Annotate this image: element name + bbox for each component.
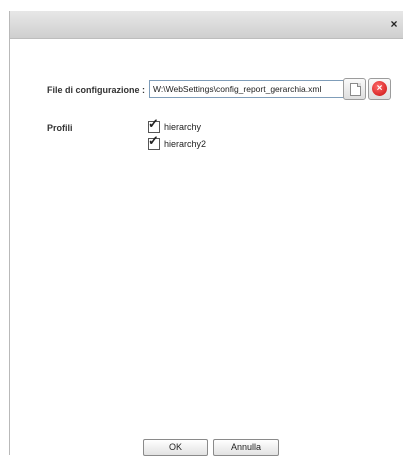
remove-file-button[interactable]: × xyxy=(368,78,391,100)
config-file-path-field[interactable]: W:\WebSettings\config_report_gerarchia.x… xyxy=(149,80,345,98)
profiles-label: Profili xyxy=(47,123,73,133)
config-file-label: File di configurazione : xyxy=(47,85,146,95)
new-file-button[interactable] xyxy=(343,78,366,100)
profile-item-hierarchy[interactable]: ✓ hierarchy xyxy=(148,117,202,133)
cancel-button[interactable]: Annulla xyxy=(213,439,279,456)
check-icon: ✓ xyxy=(148,116,159,131)
dialog-titlebar: × xyxy=(10,11,403,39)
close-icon[interactable]: × xyxy=(387,17,401,31)
new-document-icon xyxy=(350,83,361,96)
profile-item-hierarchy2[interactable]: ✓ hierarchy2 xyxy=(148,134,207,150)
check-icon: ✓ xyxy=(148,133,159,148)
profile-label: hierarchy2 xyxy=(164,139,207,149)
ok-button[interactable]: OK xyxy=(143,439,208,456)
profile-checkbox[interactable]: ✓ xyxy=(148,117,160,133)
remove-icon: × xyxy=(372,81,387,96)
config-dialog: × File di configurazione : W:\WebSetting… xyxy=(9,11,403,456)
profile-label: hierarchy xyxy=(164,122,202,132)
profile-checkbox[interactable]: ✓ xyxy=(148,134,160,150)
